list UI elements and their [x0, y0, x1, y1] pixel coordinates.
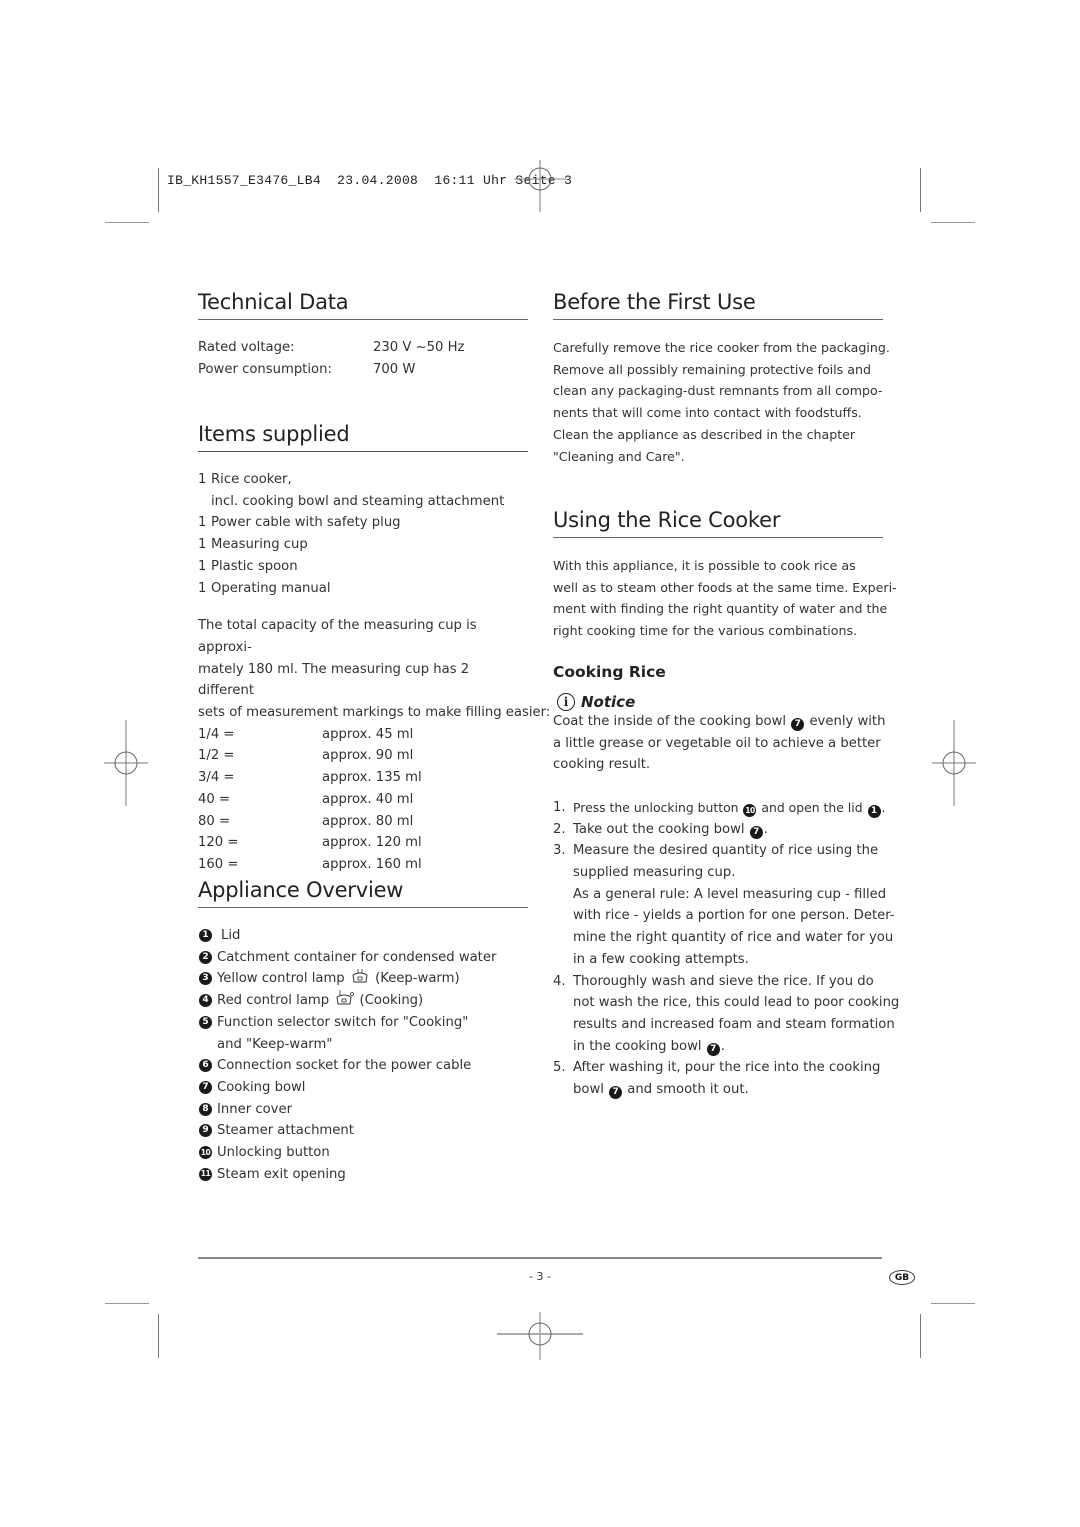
marking-row: 1/4 = approx. 45 ml: [198, 726, 414, 742]
technical-data-section: Technical Data Rated voltage: 230 V ~50 …: [198, 289, 528, 380]
supplied-item: 1 Plastic spoon: [198, 558, 298, 574]
overview-item: 9 Steamer attachment: [198, 1120, 528, 1142]
marking-row: 160 = approx. 160 ml: [198, 856, 422, 872]
tech-value: 230 V ~50 Hz: [373, 340, 465, 355]
number-badge-icon: 9: [199, 1124, 212, 1138]
section-title: Before the First Use: [553, 289, 883, 320]
section-title: Technical Data: [198, 289, 528, 320]
number-badge-icon: 6: [199, 1059, 212, 1073]
crop-mark: [158, 168, 159, 212]
number-badge-icon: 11: [199, 1167, 212, 1181]
number-badge-icon: 3: [199, 972, 212, 986]
section-title: Using the Rice Cooker: [553, 507, 883, 538]
print-job: IB_KH1557_E3476_LB4: [167, 173, 321, 188]
crop-mark: [105, 1303, 149, 1304]
number-badge-icon: 4: [199, 994, 212, 1008]
step-item: 3. Measure the desired quantity of rice …: [553, 843, 895, 967]
number-badge-icon: 10: [743, 804, 757, 818]
print-time: 16:11 Uhr: [434, 173, 508, 188]
crop-mark: [920, 1314, 921, 1358]
footer-divider: [198, 1257, 882, 1259]
marking-row: 40 = approx. 40 ml: [198, 791, 414, 807]
appliance-overview-section: Appliance Overview 1 Lid 2 Catchment conta…: [198, 877, 528, 1185]
steps-list: 1. Press the unlocking button 10 and ope…: [553, 797, 900, 1101]
overview-item: 1 Lid: [198, 925, 528, 947]
registration-mark-icon: [932, 720, 976, 806]
info-icon: i: [557, 692, 575, 711]
overview-item: 6 Connection socket for the power cable: [198, 1055, 528, 1077]
tech-label: Rated voltage:: [198, 340, 295, 355]
tech-row: Power consumption: 700 W: [198, 359, 528, 381]
overview-item: 5 Function selector switch for "Cooking"…: [198, 1012, 528, 1055]
tech-value: 700 W: [373, 361, 416, 377]
overview-item: 10 Unlocking button: [199, 1145, 330, 1161]
number-badge-icon: 7: [199, 1080, 212, 1094]
number-badge-icon: 1: [867, 804, 881, 818]
section-title: Items supplied: [198, 421, 528, 452]
step-item: 4. Thoroughly wash and sieve the rice. I…: [553, 973, 900, 1056]
number-badge-icon: 7: [706, 1042, 720, 1056]
step-item: 2. Take out the cooking bowl 7.: [553, 821, 768, 839]
items-supplied-section: Items supplied 1 Rice cooker, incl. cooki…: [198, 421, 551, 876]
notice-text: Coat the inside of the cooking bowl 7 ev…: [553, 713, 886, 773]
overview-item: 8 Inner cover: [198, 1099, 528, 1121]
overview-item: 11 Steam exit opening: [199, 1166, 346, 1182]
subsection-title: Cooking Rice: [553, 662, 666, 681]
supplied-item: 1 Measuring cup: [198, 537, 308, 553]
registration-mark-icon: [104, 720, 148, 806]
registration-mark-icon: [497, 1312, 583, 1360]
number-badge-icon: 7: [749, 825, 763, 839]
marking-row: 3/4 = approx. 135 ml: [198, 770, 422, 786]
marking-row: 80 = approx. 80 ml: [198, 813, 414, 829]
supplied-item: incl. cooking bowl and steaming attachme…: [211, 493, 505, 509]
markings-table: 1/4 = approx. 45 ml 1/2 = approx. 90 ml 3/…: [198, 724, 528, 876]
overview-item: 2 Catchment container for condensed water: [198, 947, 528, 969]
supplied-item: 1 Power cable with safety plug: [198, 515, 401, 531]
number-badge-icon: 5: [199, 1015, 212, 1029]
print-date: 23.04.2008: [337, 173, 419, 188]
crop-mark: [931, 1303, 975, 1304]
number-badge-icon: 1: [199, 929, 212, 942]
overview-item: 3 Yellow control lamp (Keep-warm): [198, 968, 528, 990]
crop-mark: [920, 168, 921, 212]
cooking-pot-icon: [336, 990, 355, 1005]
keep-warm-pot-icon: [352, 969, 368, 983]
crop-mark: [931, 222, 975, 223]
step-item: 5. After washing it, pour the rice into …: [553, 1060, 881, 1100]
intro-paragraph: With this appliance, it is possible to c…: [553, 558, 897, 639]
number-badge-icon: 2: [199, 950, 212, 964]
marking-row: 120 = approx. 120 ml: [198, 835, 422, 851]
overview-item: 4 Red control lamp (Cooking): [198, 990, 528, 1012]
section-title: Appliance Overview: [198, 877, 528, 908]
notice-header: i Notice: [557, 692, 883, 711]
using-rice-cooker-section: Using the Rice Cooker With this applianc…: [553, 507, 900, 1101]
number-badge-icon: 7: [609, 1086, 623, 1100]
page-number: - 3 -: [529, 1270, 551, 1283]
step-item: 1. Press the unlocking button 10 and ope…: [553, 799, 886, 818]
crop-mark: [105, 222, 149, 223]
supplied-item: 1 Rice cooker,: [198, 472, 292, 487]
number-badge-icon: 10: [199, 1146, 212, 1160]
overview-item: 7 Cooking bowl: [198, 1077, 528, 1099]
number-badge-icon: 7: [791, 717, 805, 731]
tech-label: Power consumption:: [198, 361, 332, 377]
tech-row: Rated voltage: 230 V ~50 Hz: [198, 337, 528, 359]
registration-mark-icon: [514, 160, 566, 212]
crop-mark: [158, 1314, 159, 1358]
marking-row: 1/2 = approx. 90 ml: [198, 748, 414, 764]
number-badge-icon: 8: [199, 1102, 212, 1116]
before-first-use-paragraph: Carefully remove the rice cooker from th…: [553, 340, 890, 464]
before-first-use-section: Before the First Use Carefully remove th…: [553, 289, 890, 467]
capacity-paragraph: The total capacity of the measuring cup …: [198, 618, 551, 721]
language-badge: GB: [889, 1270, 915, 1285]
supplied-item: 1 Operating manual: [198, 580, 331, 596]
